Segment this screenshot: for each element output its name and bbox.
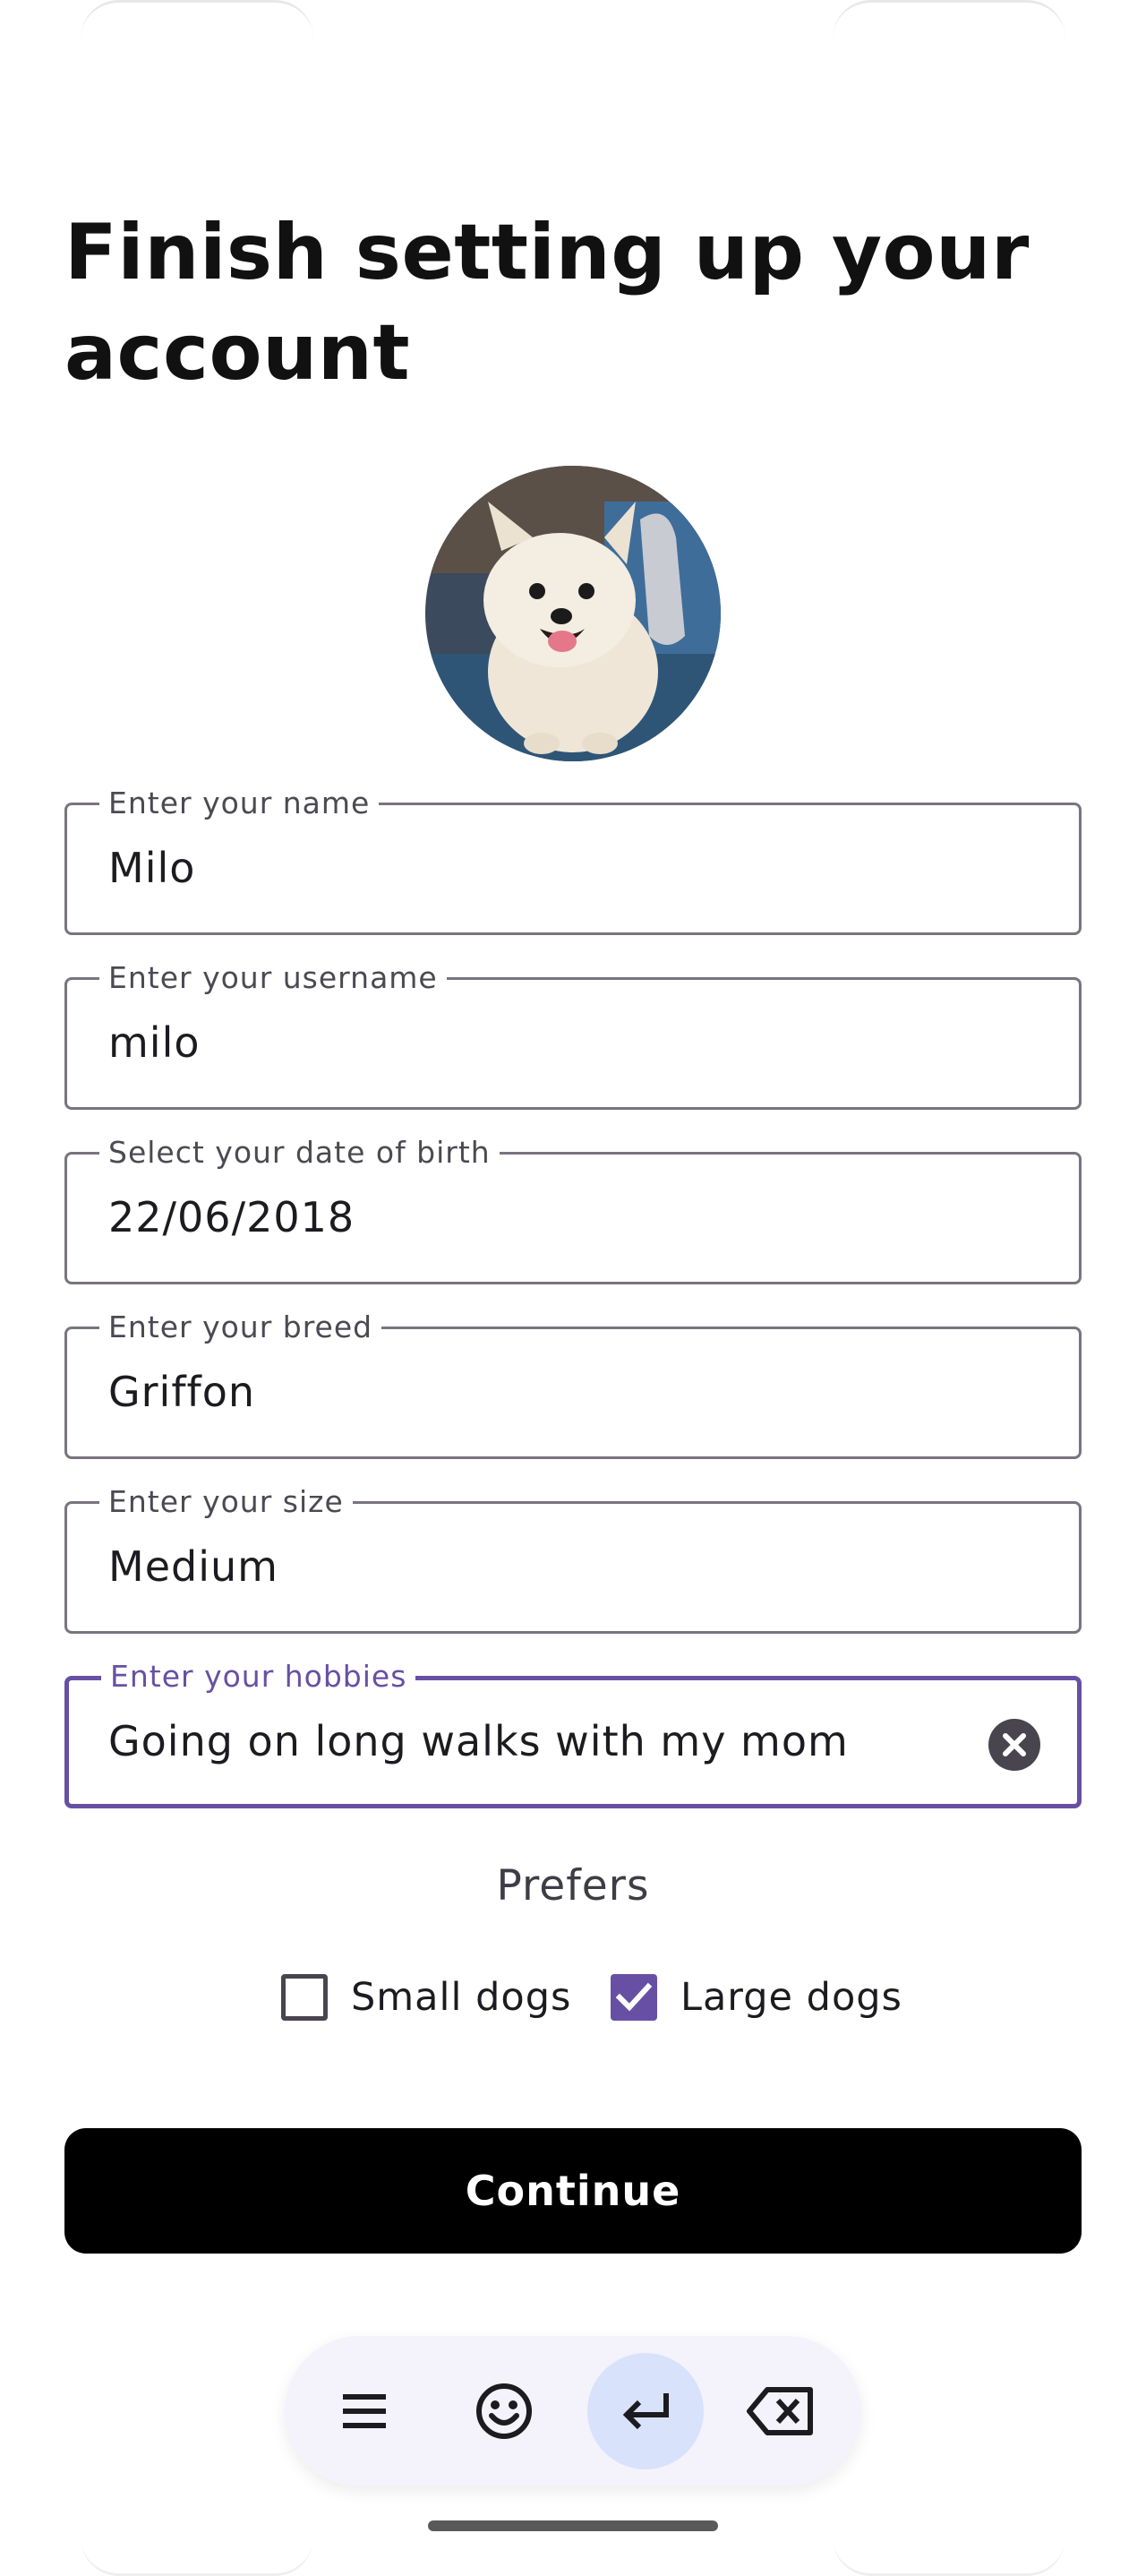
small-dogs-option[interactable]: Small dogs xyxy=(281,1971,571,2024)
large-dogs-checkbox[interactable] xyxy=(611,1974,657,2021)
dog-photo xyxy=(425,466,721,761)
backspace-icon[interactable] xyxy=(723,2353,840,2469)
screen-corner-decoration xyxy=(81,2537,313,2576)
profile-avatar[interactable] xyxy=(425,466,721,761)
small-dogs-label: Small dogs xyxy=(351,1975,572,2020)
hobbies-field[interactable]: Enter your hobbies Going on long walks w… xyxy=(64,1659,1082,1808)
breed-field-label: Enter your breed xyxy=(99,1309,382,1345)
size-field-label: Enter your size xyxy=(99,1484,353,1520)
breed-input[interactable]: Griffon xyxy=(108,1365,255,1419)
hobbies-field-label: Enter your hobbies xyxy=(101,1659,416,1695)
size-field[interactable]: Enter your size Medium xyxy=(64,1484,1082,1634)
hobbies-input[interactable]: Going on long walks with my mom xyxy=(108,1714,849,1768)
breed-field[interactable]: Enter your breed Griffon xyxy=(64,1309,1082,1459)
name-field[interactable]: Enter your name Milo xyxy=(64,786,1082,935)
menu-icon[interactable] xyxy=(306,2353,423,2469)
checkmark-icon xyxy=(616,1982,652,2012)
keyboard-toolbar xyxy=(285,2336,861,2486)
username-input[interactable]: milo xyxy=(108,1016,201,1069)
clear-text-icon[interactable] xyxy=(988,1718,1041,1772)
name-input[interactable]: Milo xyxy=(108,841,195,895)
date-of-birth-field-label: Select your date of birth xyxy=(99,1135,500,1171)
username-field[interactable]: Enter your username milo xyxy=(64,960,1082,1110)
continue-button[interactable]: Continue xyxy=(64,2128,1082,2254)
screen-corner-decoration xyxy=(833,0,1065,39)
name-field-label: Enter your name xyxy=(99,786,380,821)
screen-corner-decoration xyxy=(833,2537,1065,2576)
prefers-heading: Prefers xyxy=(496,1861,650,1911)
page-title: Finish setting up your account xyxy=(64,208,1030,398)
small-dogs-checkbox[interactable] xyxy=(281,1974,328,2021)
username-field-label: Enter your username xyxy=(99,960,447,996)
date-of-birth-input[interactable]: 22/06/2018 xyxy=(108,1190,355,1244)
emoji-icon[interactable] xyxy=(446,2353,562,2469)
home-indicator[interactable] xyxy=(428,2520,718,2531)
size-input[interactable]: Medium xyxy=(108,1540,278,1593)
screen-corner-decoration xyxy=(81,0,313,39)
large-dogs-label: Large dogs xyxy=(680,1975,902,2020)
date-of-birth-field[interactable]: Select your date of birth 22/06/2018 xyxy=(64,1135,1082,1284)
enter-icon[interactable] xyxy=(587,2353,704,2469)
large-dogs-option[interactable]: Large dogs xyxy=(611,1971,902,2024)
